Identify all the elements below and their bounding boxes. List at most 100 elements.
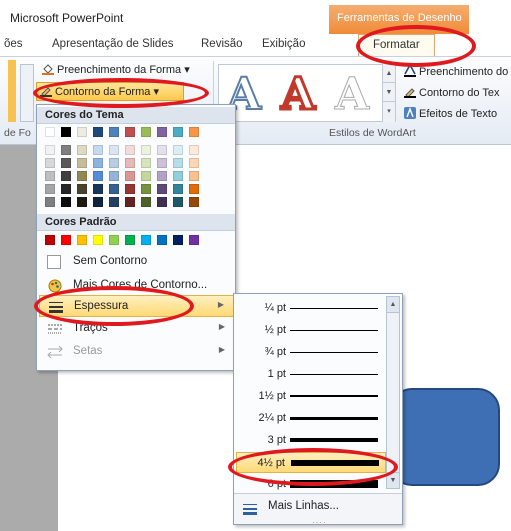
- weight-option[interactable]: ¾ pt: [236, 342, 386, 363]
- theme-color-swatch[interactable]: [45, 127, 55, 137]
- theme-color-swatch[interactable]: [157, 127, 167, 137]
- theme-color-shade-swatch[interactable]: [109, 184, 119, 194]
- theme-color-shade-swatch[interactable]: [141, 171, 151, 181]
- theme-color-shade-swatch[interactable]: [125, 158, 135, 168]
- theme-color-shade-swatch[interactable]: [157, 145, 167, 155]
- no-outline-item[interactable]: Sem Contorno: [39, 251, 235, 273]
- wordart-gallery[interactable]: A A A: [218, 64, 396, 122]
- arrows-item[interactable]: Setas ▶: [39, 341, 235, 363]
- standard-color-swatch[interactable]: [109, 235, 119, 245]
- theme-color-shade-swatch[interactable]: [61, 145, 71, 155]
- theme-color-swatch[interactable]: [189, 127, 199, 137]
- theme-color-shade-swatch[interactable]: [189, 145, 199, 155]
- standard-color-swatch[interactable]: [173, 235, 183, 245]
- scroll-up-icon[interactable]: ▲: [387, 297, 399, 313]
- theme-color-shade-swatch[interactable]: [93, 171, 103, 181]
- theme-color-shade-swatch[interactable]: [125, 197, 135, 207]
- standard-color-swatch[interactable]: [45, 235, 55, 245]
- standard-color-swatch[interactable]: [189, 235, 199, 245]
- theme-color-shade-swatch[interactable]: [93, 184, 103, 194]
- theme-color-swatch[interactable]: [93, 127, 103, 137]
- theme-color-shade-swatch[interactable]: [125, 171, 135, 181]
- theme-color-shade-swatch[interactable]: [173, 145, 183, 155]
- theme-color-shade-swatch[interactable]: [109, 171, 119, 181]
- theme-color-shade-swatch[interactable]: [189, 184, 199, 194]
- weight-option[interactable]: ½ pt: [236, 320, 386, 341]
- theme-color-shade-swatch[interactable]: [173, 171, 183, 181]
- theme-color-shade-swatch[interactable]: [157, 171, 167, 181]
- tab-view[interactable]: Exibição: [262, 38, 305, 50]
- theme-color-shade-swatch[interactable]: [125, 145, 135, 155]
- theme-color-shade-swatch[interactable]: [141, 145, 151, 155]
- weight-option[interactable]: 2¼ pt: [236, 408, 386, 429]
- theme-color-shade-swatch[interactable]: [93, 145, 103, 155]
- tab-slide-show[interactable]: Apresentação de Slides: [52, 38, 173, 50]
- shape-fill-button[interactable]: Preenchimento da Forma ▾: [42, 63, 190, 76]
- standard-color-swatch[interactable]: [141, 235, 151, 245]
- theme-color-swatch[interactable]: [61, 127, 71, 137]
- theme-color-shade-swatch[interactable]: [61, 158, 71, 168]
- wordart-style-2[interactable]: A: [279, 68, 316, 122]
- theme-color-swatch[interactable]: [173, 127, 183, 137]
- standard-color-swatch[interactable]: [77, 235, 87, 245]
- tab-animations[interactable]: ões: [4, 38, 23, 50]
- slide-rounded-rectangle[interactable]: [390, 388, 500, 486]
- tab-review[interactable]: Revisão: [201, 38, 243, 50]
- expand-icon[interactable]: ▾: [383, 102, 395, 121]
- theme-color-shade-swatch[interactable]: [125, 184, 135, 194]
- theme-color-shade-swatch[interactable]: [189, 197, 199, 207]
- theme-color-shade-swatch[interactable]: [77, 158, 87, 168]
- weight-option[interactable]: 1½ pt: [236, 386, 386, 407]
- theme-color-swatch[interactable]: [77, 127, 87, 137]
- weight-option[interactable]: 1 pt: [236, 364, 386, 385]
- standard-color-swatch[interactable]: [61, 235, 71, 245]
- theme-color-shade-swatch[interactable]: [45, 145, 55, 155]
- theme-color-shade-swatch[interactable]: [45, 184, 55, 194]
- theme-color-swatch[interactable]: [109, 127, 119, 137]
- standard-color-swatch[interactable]: [157, 235, 167, 245]
- standard-color-swatch[interactable]: [93, 235, 103, 245]
- theme-color-shade-swatch[interactable]: [61, 171, 71, 181]
- wordart-gallery-scroll[interactable]: ▲ ▼ ▾: [382, 64, 395, 122]
- text-effects-button[interactable]: Efeitos de Texto: [404, 107, 497, 120]
- resize-grip-icon[interactable]: ····: [312, 518, 327, 527]
- theme-color-shade-swatch[interactable]: [141, 184, 151, 194]
- theme-color-shade-swatch[interactable]: [77, 197, 87, 207]
- weight-option[interactable]: ¼ pt: [236, 298, 386, 319]
- wordart-style-3[interactable]: A: [334, 69, 369, 121]
- theme-color-shade-swatch[interactable]: [109, 197, 119, 207]
- theme-color-shade-swatch[interactable]: [157, 184, 167, 194]
- theme-color-shade-swatch[interactable]: [61, 197, 71, 207]
- theme-color-shade-swatch[interactable]: [45, 171, 55, 181]
- text-outline-button[interactable]: Contorno do Tex: [404, 86, 500, 99]
- theme-color-shade-swatch[interactable]: [173, 158, 183, 168]
- theme-color-shade-swatch[interactable]: [141, 158, 151, 168]
- theme-color-shade-swatch[interactable]: [141, 197, 151, 207]
- theme-color-shade-swatch[interactable]: [45, 197, 55, 207]
- theme-color-shade-swatch[interactable]: [77, 145, 87, 155]
- theme-color-shade-swatch[interactable]: [157, 158, 167, 168]
- shape-styles-scroll[interactable]: [0, 60, 38, 122]
- theme-color-shade-swatch[interactable]: [173, 184, 183, 194]
- theme-color-shade-swatch[interactable]: [189, 171, 199, 181]
- theme-color-shade-swatch[interactable]: [93, 197, 103, 207]
- theme-color-shade-swatch[interactable]: [77, 184, 87, 194]
- theme-color-swatch[interactable]: [125, 127, 135, 137]
- theme-color-shade-swatch[interactable]: [109, 158, 119, 168]
- theme-color-shade-swatch[interactable]: [189, 158, 199, 168]
- theme-color-shade-swatch[interactable]: [109, 145, 119, 155]
- theme-color-shade-swatch[interactable]: [173, 197, 183, 207]
- theme-color-shade-swatch[interactable]: [157, 197, 167, 207]
- standard-color-swatch[interactable]: [125, 235, 135, 245]
- theme-color-shade-swatch[interactable]: [77, 171, 87, 181]
- more-lines-item[interactable]: Mais Linhas... ····: [234, 493, 402, 527]
- no-outline-label: Sem Contorno: [73, 255, 148, 267]
- chevron-right-icon: ▶: [218, 322, 225, 331]
- theme-color-swatch[interactable]: [141, 127, 151, 137]
- annotation-ring-selected-weight: [228, 448, 398, 486]
- scroll-down-icon[interactable]: ▼: [383, 83, 395, 102]
- theme-color-shade-swatch[interactable]: [45, 158, 55, 168]
- theme-color-shade-swatch[interactable]: [93, 158, 103, 168]
- theme-color-shade-swatch[interactable]: [61, 184, 71, 194]
- scroll-up-icon[interactable]: ▲: [383, 64, 395, 83]
